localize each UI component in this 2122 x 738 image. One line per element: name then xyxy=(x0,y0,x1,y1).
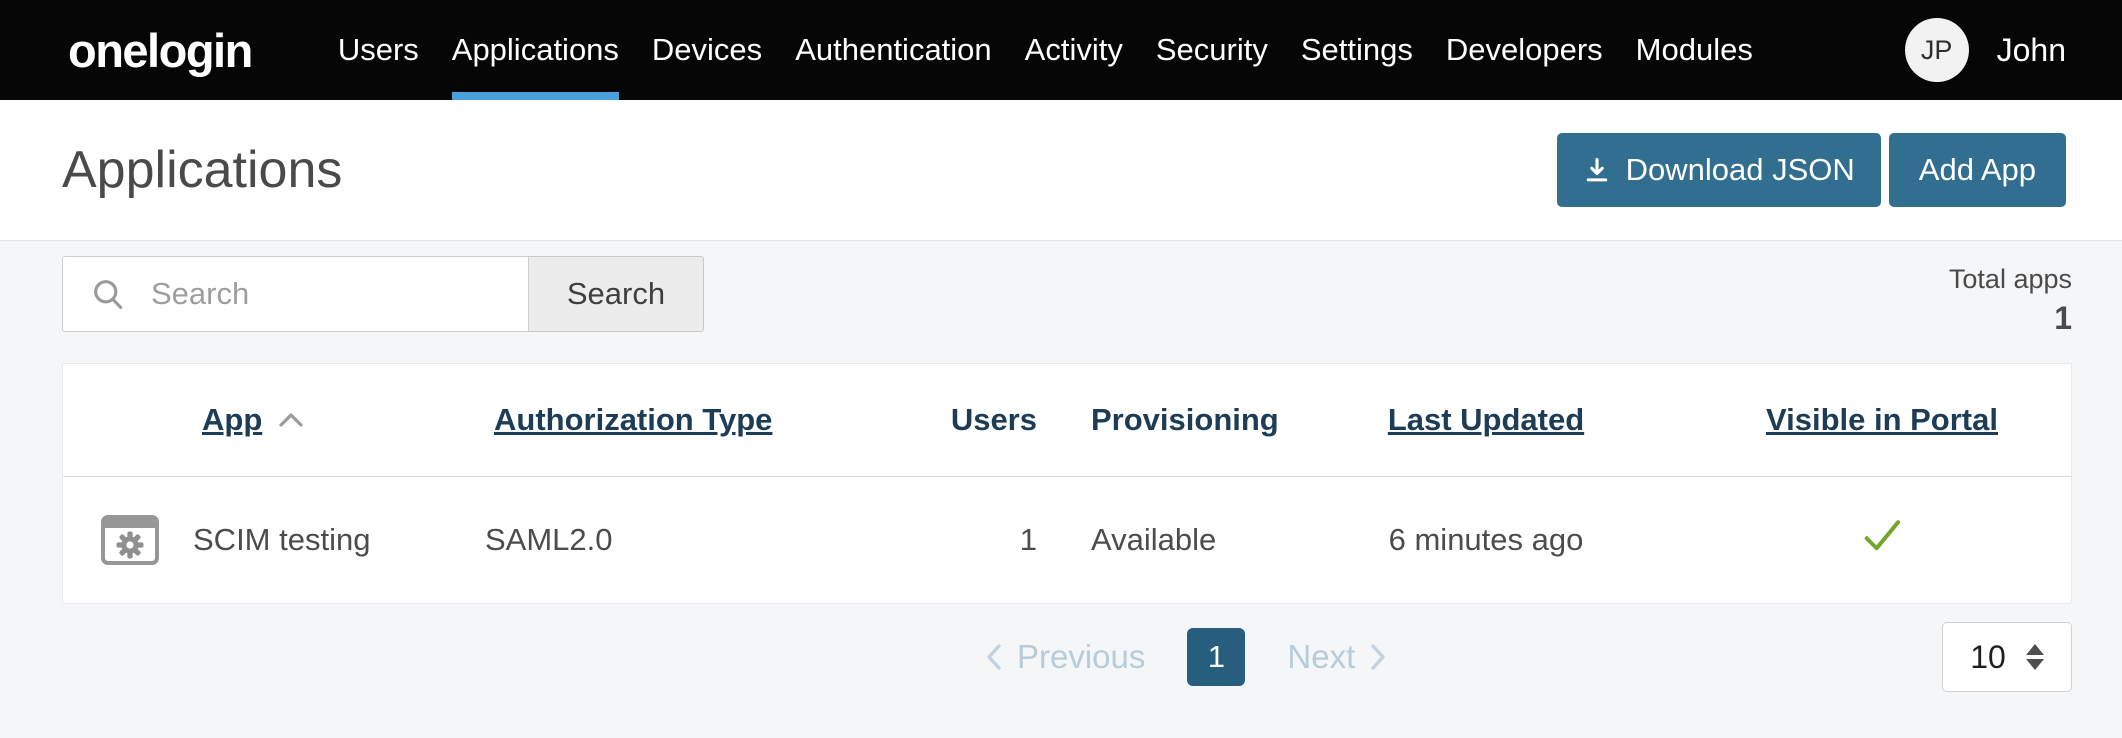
gear-icon xyxy=(105,528,155,561)
nav-item-applications[interactable]: Applications xyxy=(452,0,619,100)
page-title: Applications xyxy=(62,140,342,200)
search-icon xyxy=(90,276,126,312)
total-apps-count: 1 xyxy=(1949,300,2072,337)
search-group: Search xyxy=(62,256,704,332)
previous-page-button[interactable]: Previous xyxy=(983,638,1145,676)
page-size-selector[interactable]: 10 xyxy=(1942,622,2072,692)
nav-item-authentication[interactable]: Authentication xyxy=(795,0,991,100)
spinner-down-icon xyxy=(2026,659,2044,670)
column-header-authorization-type[interactable]: Authorization Type xyxy=(485,402,845,438)
search-field-wrap xyxy=(62,256,529,332)
visible-in-portal-cell xyxy=(1625,516,2071,564)
provisioning-cell: Available xyxy=(1037,522,1347,558)
nav-item-devices[interactable]: Devices xyxy=(652,0,762,100)
authorization-type-cell: SAML2.0 xyxy=(485,522,845,558)
column-header-last-updated[interactable]: Last Updated xyxy=(1347,402,1625,438)
last-updated-cell: 6 minutes ago xyxy=(1347,522,1625,558)
column-header-visible-in-portal[interactable]: Visible in Portal xyxy=(1625,402,2071,438)
app-name-link[interactable]: SCIM testing xyxy=(193,522,485,558)
total-apps: Total apps 1 xyxy=(1949,256,2072,337)
search-input[interactable] xyxy=(62,256,529,332)
gear-app-icon[interactable] xyxy=(101,515,159,565)
check-icon xyxy=(1859,516,1905,556)
applications-table: App Authorization Type Users Provisionin… xyxy=(62,363,2072,604)
users-count-cell: 1 xyxy=(845,522,1037,558)
download-json-label: Download JSON xyxy=(1626,152,1855,188)
pagination: Previous 1 Next 10 xyxy=(62,622,2072,694)
next-label: Next xyxy=(1287,638,1355,676)
current-page-button[interactable]: 1 xyxy=(1187,628,1245,686)
page-header: Applications Download JSON Add App xyxy=(0,100,2122,241)
column-header-users: Users xyxy=(845,402,1037,438)
spinner-up-icon xyxy=(2026,644,2044,655)
nav-menu: Users Applications Devices Authenticatio… xyxy=(338,0,1753,100)
chevron-left-icon xyxy=(983,641,1005,673)
add-app-button[interactable]: Add App xyxy=(1889,133,2066,207)
nav-item-users[interactable]: Users xyxy=(338,0,419,100)
sort-ascending-icon xyxy=(278,411,304,429)
column-header-provisioning: Provisioning xyxy=(1037,402,1347,438)
download-json-button[interactable]: Download JSON xyxy=(1557,133,1881,207)
content-area: Search Total apps 1 App Authorization Ty… xyxy=(0,241,2122,694)
nav-item-settings[interactable]: Settings xyxy=(1301,0,1413,100)
nav-item-activity[interactable]: Activity xyxy=(1025,0,1123,100)
spinner-arrows xyxy=(2026,644,2044,670)
search-button[interactable]: Search xyxy=(528,256,704,332)
toolbar: Search Total apps 1 xyxy=(62,241,2072,337)
next-page-button[interactable]: Next xyxy=(1287,638,1389,676)
table-row[interactable]: SCIM testing SAML2.0 1 Available 6 minut… xyxy=(63,477,2071,603)
app-icon-cell xyxy=(63,515,193,565)
user-name[interactable]: John xyxy=(1997,32,2066,69)
nav-user-area: JP John xyxy=(1905,0,2066,100)
download-icon xyxy=(1583,156,1611,184)
add-app-label: Add App xyxy=(1919,152,2036,188)
chevron-right-icon xyxy=(1367,641,1389,673)
nav-item-developers[interactable]: Developers xyxy=(1446,0,1603,100)
nav-item-security[interactable]: Security xyxy=(1156,0,1268,100)
header-buttons: Download JSON Add App xyxy=(1557,133,2066,207)
table-header-row: App Authorization Type Users Provisionin… xyxy=(63,364,2071,477)
nav-item-modules[interactable]: Modules xyxy=(1636,0,1753,100)
column-header-app[interactable]: App xyxy=(193,402,485,438)
top-navigation: onelogin Users Applications Devices Auth… xyxy=(0,0,2122,100)
app-icon-titlebar xyxy=(105,519,155,528)
pagination-controls: Previous 1 Next xyxy=(983,622,1389,692)
previous-label: Previous xyxy=(1017,638,1145,676)
page-size-value: 10 xyxy=(1970,639,2006,676)
onelogin-logo[interactable]: onelogin xyxy=(68,23,252,78)
total-apps-label: Total apps xyxy=(1949,264,2072,295)
avatar[interactable]: JP xyxy=(1905,18,1969,82)
